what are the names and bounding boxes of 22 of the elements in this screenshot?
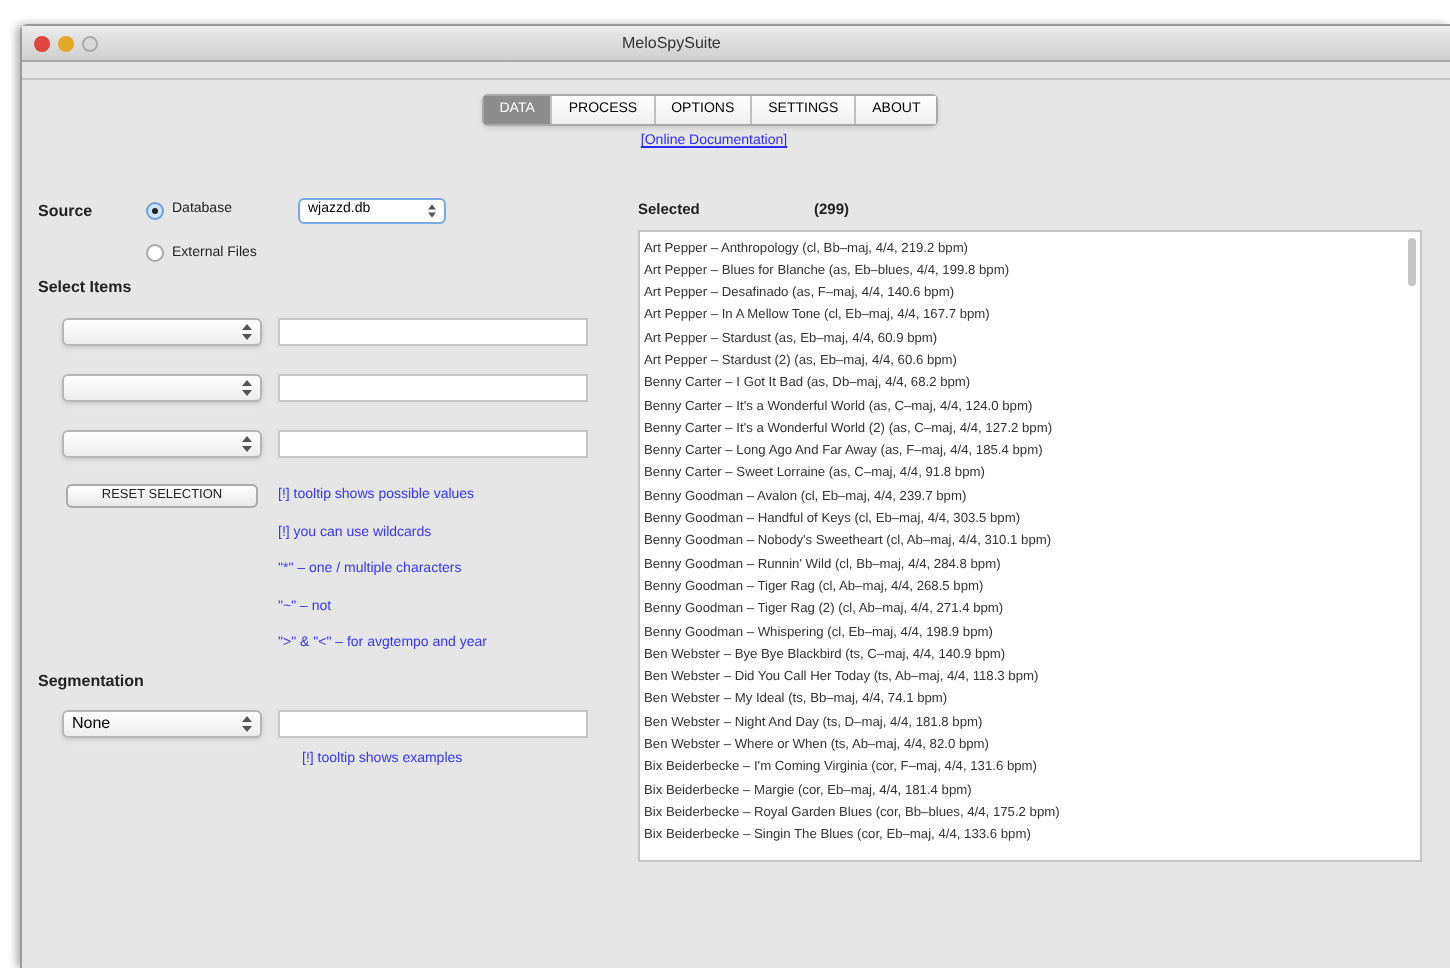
dropdown[interactable]: None — [62, 709, 262, 737]
dropdown[interactable] — [62, 318, 262, 346]
text-field[interactable] — [278, 709, 588, 737]
text-field[interactable] — [278, 374, 588, 402]
radio-button[interactable] — [146, 201, 164, 219]
section-label: Select Items — [38, 276, 134, 300]
up-down-arrow-icon — [242, 380, 252, 396]
up-down-arrow-icon — [242, 324, 252, 340]
minimize-button[interactable] — [58, 35, 74, 51]
close-button[interactable] — [34, 35, 50, 51]
section-label: Source — [38, 199, 95, 223]
text-field[interactable] — [278, 430, 588, 458]
window-title: MeloSpySuite — [622, 31, 721, 55]
dropdown[interactable] — [62, 430, 262, 458]
radio-button[interactable] — [146, 244, 164, 263]
up-down-arrow-icon — [242, 436, 252, 452]
up-down-arrow-icon — [428, 203, 436, 217]
zoom-button[interactable] — [82, 35, 98, 51]
up-down-arrow-icon — [242, 715, 252, 731]
section-label: Segmentation — [38, 669, 146, 693]
dropdown[interactable] — [62, 374, 262, 402]
text-field[interactable] — [278, 318, 588, 346]
